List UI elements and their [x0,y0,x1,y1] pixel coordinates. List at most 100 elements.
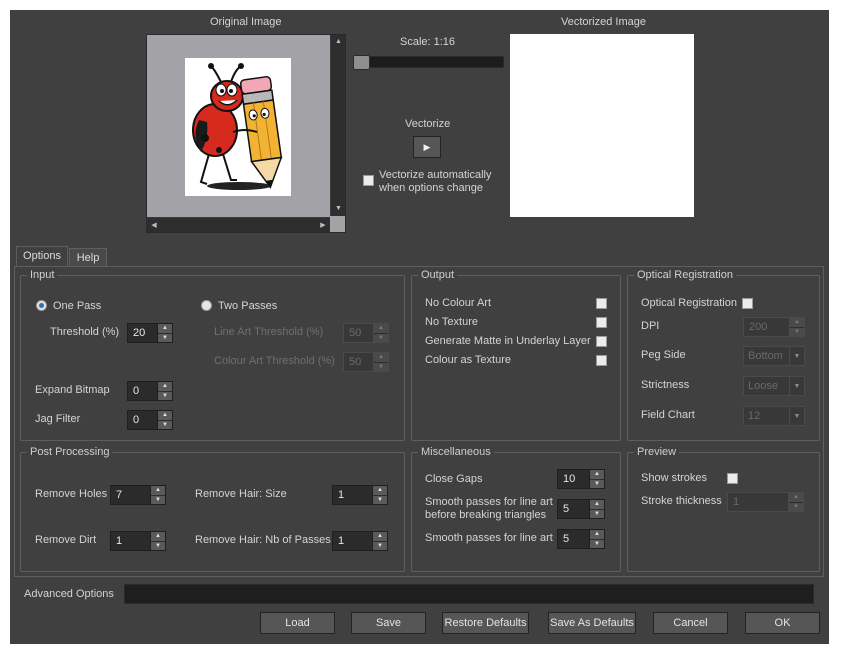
save-as-defaults-button[interactable]: Save As Defaults [548,612,636,634]
vectorized-image-viewport [510,34,694,217]
save-button[interactable]: Save [351,612,426,634]
no-colour-art-checkbox[interactable] [596,298,607,309]
vectorize-button[interactable]: ▶ [413,136,441,158]
vectorize-automatically-checkbox[interactable] [363,175,374,186]
arrow-down-icon[interactable]: ▼ [331,202,346,216]
jag-filter-stepper[interactable]: ▲▼ [127,410,173,430]
arrow-up-icon[interactable]: ▲ [158,382,172,392]
field-chart-value: 12 [748,410,761,422]
arrow-down-icon[interactable]: ▼ [590,540,604,549]
strictness-dropdown[interactable]: Loose ▼ [743,376,805,396]
arrow-up-icon[interactable]: ▲ [790,318,804,328]
threshold-stepper[interactable]: ▲▼ [127,323,173,343]
peg-side-label: Peg Side [641,349,686,361]
dpi-input[interactable] [743,317,790,337]
arrow-up-icon[interactable]: ▲ [374,353,388,363]
stroke-thickness-input[interactable] [727,492,789,512]
arrow-up-icon[interactable]: ▲ [373,486,387,496]
remove-hair-passes-input[interactable] [332,531,373,551]
arrow-down-icon[interactable]: ▼ [374,334,388,343]
close-gaps-input[interactable] [557,469,590,489]
smooth-before-breaking-stepper[interactable]: ▲▼ [557,499,605,519]
arrow-left-icon[interactable]: ◀ [147,218,161,233]
arrow-up-icon[interactable]: ▲ [374,324,388,334]
arrow-down-icon[interactable]: ▼ [789,503,803,512]
smooth-before-breaking-label: Smooth passes for line art [425,496,553,508]
arrow-up-icon[interactable]: ▲ [151,532,165,542]
remove-holes-input[interactable] [110,485,151,505]
colour-art-threshold-stepper[interactable]: ▲▼ [343,352,389,372]
remove-holes-stepper[interactable]: ▲▼ [110,485,166,505]
chevron-down-icon[interactable]: ▼ [789,377,804,395]
vertical-scrollbar[interactable]: ▲ ▼ [330,35,345,216]
close-gaps-stepper[interactable]: ▲▼ [557,469,605,489]
arrow-up-icon[interactable]: ▲ [151,486,165,496]
arrow-down-icon[interactable]: ▼ [151,496,165,505]
arrow-right-icon[interactable]: ▶ [316,218,330,233]
chevron-down-icon[interactable]: ▼ [789,347,804,365]
scale-slider-handle[interactable] [353,55,370,70]
arrow-up-icon[interactable]: ▲ [590,500,604,510]
line-art-threshold-input[interactable] [343,323,374,343]
generate-matte-checkbox[interactable] [596,336,607,347]
expand-bitmap-stepper[interactable]: ▲▼ [127,381,173,401]
scale-slider[interactable] [353,55,504,70]
arrow-down-icon[interactable]: ▼ [374,363,388,372]
tab-options[interactable]: Options [16,246,68,267]
chevron-down-icon[interactable]: ▼ [789,407,804,425]
smooth-before-breaking-input[interactable] [557,499,590,519]
field-chart-dropdown[interactable]: 12 ▼ [743,406,805,426]
cancel-button[interactable]: Cancel [653,612,728,634]
smooth-passes-stepper[interactable]: ▲▼ [557,529,605,549]
remove-hair-passes-stepper[interactable]: ▲▼ [332,531,388,551]
jag-filter-input[interactable] [127,410,158,430]
one-pass-radio[interactable] [36,300,47,311]
stroke-thickness-stepper[interactable]: ▲▼ [727,492,804,512]
arrow-down-icon[interactable]: ▼ [373,496,387,505]
threshold-input[interactable] [127,323,158,343]
arrow-down-icon[interactable]: ▼ [158,392,172,401]
arrow-down-icon[interactable]: ▼ [373,542,387,551]
remove-hair-size-input[interactable] [332,485,373,505]
colour-art-threshold-input[interactable] [343,352,374,372]
vectorized-image-label: Vectorized Image [561,16,646,28]
arrow-down-icon[interactable]: ▼ [590,480,604,489]
dpi-stepper[interactable]: ▲▼ [743,317,805,337]
horizontal-scrollbar[interactable]: ◀ ▶ [147,217,330,232]
arrow-up-icon[interactable]: ▲ [590,470,604,480]
colour-as-texture-checkbox[interactable] [596,355,607,366]
arrow-down-icon[interactable]: ▼ [590,510,604,519]
peg-side-dropdown[interactable]: Bottom ▼ [743,346,805,366]
remove-dirt-stepper[interactable]: ▲▼ [110,531,166,551]
remove-hair-size-stepper[interactable]: ▲▼ [332,485,388,505]
restore-defaults-button[interactable]: Restore Defaults [442,612,529,634]
ok-button[interactable]: OK [745,612,820,634]
arrow-down-icon[interactable]: ▼ [790,328,804,337]
smooth-passes-input[interactable] [557,529,590,549]
input-group-title: Input [27,268,58,282]
tab-help[interactable]: Help [69,248,107,267]
arrow-down-icon[interactable]: ▼ [158,334,172,343]
load-button[interactable]: Load [260,612,335,634]
no-colour-art-label: No Colour Art [425,297,492,309]
arrow-up-icon[interactable]: ▲ [158,411,172,421]
advanced-options-input[interactable] [124,584,814,604]
arrow-up-icon[interactable]: ▲ [158,324,172,334]
arrow-down-icon[interactable]: ▼ [151,542,165,551]
arrow-up-icon[interactable]: ▲ [331,35,346,49]
arrow-down-icon[interactable]: ▼ [158,421,172,430]
arrow-up-icon[interactable]: ▲ [789,493,803,503]
line-art-threshold-stepper[interactable]: ▲▼ [343,323,389,343]
two-passes-radio[interactable] [201,300,212,311]
colour-as-texture-label: Colour as Texture [425,354,512,366]
original-image-viewport[interactable]: ▲ ▼ ◀ ▶ [146,34,346,233]
expand-bitmap-input[interactable] [127,381,158,401]
arrow-up-icon[interactable]: ▲ [373,532,387,542]
arrow-up-icon[interactable]: ▲ [590,530,604,540]
no-texture-checkbox[interactable] [596,317,607,328]
stroke-thickness-label: Stroke thickness [641,495,722,507]
show-strokes-checkbox[interactable] [727,473,738,484]
remove-dirt-input[interactable] [110,531,151,551]
two-passes-label: Two Passes [218,300,278,312]
optical-registration-checkbox[interactable] [742,298,753,309]
